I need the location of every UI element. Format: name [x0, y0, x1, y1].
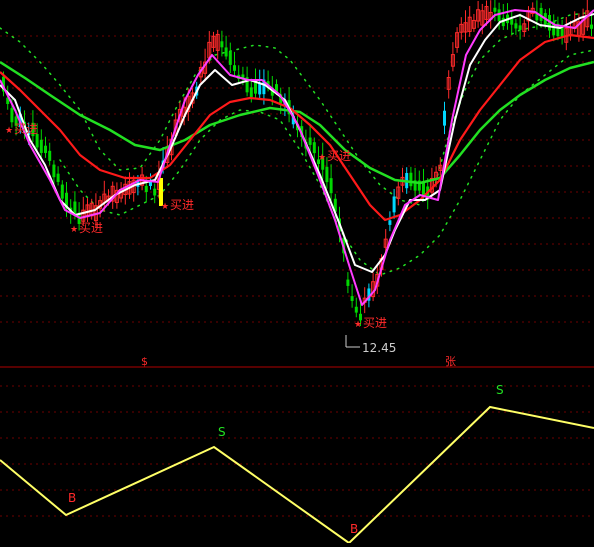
star-icon: ★ [70, 225, 78, 235]
candle-body [48, 150, 52, 161]
candle-body [220, 41, 224, 48]
candle-body [590, 24, 593, 29]
zigzag-label-s: S [496, 383, 504, 397]
candle-body [392, 196, 396, 213]
candle-body [443, 110, 446, 126]
candle-body [325, 166, 329, 183]
star-icon: ★ [354, 320, 362, 330]
ma-line-magenta [0, 9, 594, 306]
low-price-label: 12.45 [362, 341, 396, 355]
buy-signals: ★ 买进★ 买进★ 买进★ 买进★ 买进 [5, 122, 387, 330]
candle-body [153, 188, 157, 196]
star-icon: ★ [318, 153, 326, 163]
candle-body [249, 87, 253, 98]
candle-body [354, 306, 358, 313]
candle-body [350, 296, 354, 301]
buy-signal-label: 买进 [327, 149, 351, 163]
annotations: 12.45 [345, 335, 396, 355]
candle-body [60, 184, 64, 199]
indicator-grid [0, 385, 594, 517]
candle-body [388, 220, 392, 225]
candle-body [56, 173, 60, 182]
moving-averages [0, 9, 594, 306]
candle-body [510, 18, 514, 25]
candle-body [329, 178, 333, 194]
candle-body [233, 65, 236, 71]
upper-band [0, 11, 594, 206]
dotted-bands [0, 11, 594, 276]
buy-signal-label: 买进 [170, 198, 194, 212]
zigzag-line [0, 405, 594, 545]
buy-signal-label: 买进 [363, 316, 387, 330]
candle-body [52, 164, 56, 178]
zigzag-label-b: B [350, 522, 358, 536]
separator-mark-right: 张 [445, 355, 456, 368]
buy-signal-label: 买进 [79, 221, 103, 235]
candle-body [10, 108, 14, 123]
candle-body [493, 7, 497, 12]
candle-body [39, 139, 43, 153]
candle-body [497, 9, 501, 22]
zigzag-label-b: B [68, 491, 76, 505]
candle-body [518, 25, 522, 30]
star-icon: ★ [5, 126, 13, 136]
candle-body [312, 142, 316, 154]
panel-separator: $ 张 [0, 355, 594, 368]
candle-body [224, 47, 228, 57]
indicator-panel[interactable]: B S B S [0, 383, 594, 545]
candle-body [44, 145, 47, 154]
candle-body [144, 185, 148, 192]
star-icon: ★ [161, 202, 169, 212]
separator-mark-left: $ [141, 355, 148, 368]
candle-body [228, 51, 232, 65]
candle-body [409, 172, 413, 187]
buy-signal-label: 买进 [14, 122, 38, 136]
candle-body [514, 23, 518, 29]
candle-body [308, 137, 312, 145]
candle-body [346, 279, 350, 286]
stock-chart-window: ★ 买进 ★ 买进 ★ 买进 ★ 买进 ★ 买进 12.45 $ 张 B S B S [0, 0, 594, 545]
candlestick-chart[interactable]: ★ 买进★ 买进★ 买进★ 买进★ 买进 12.45 $ 张 B S B S [0, 0, 594, 545]
zigzag-label-s: S [218, 425, 226, 439]
